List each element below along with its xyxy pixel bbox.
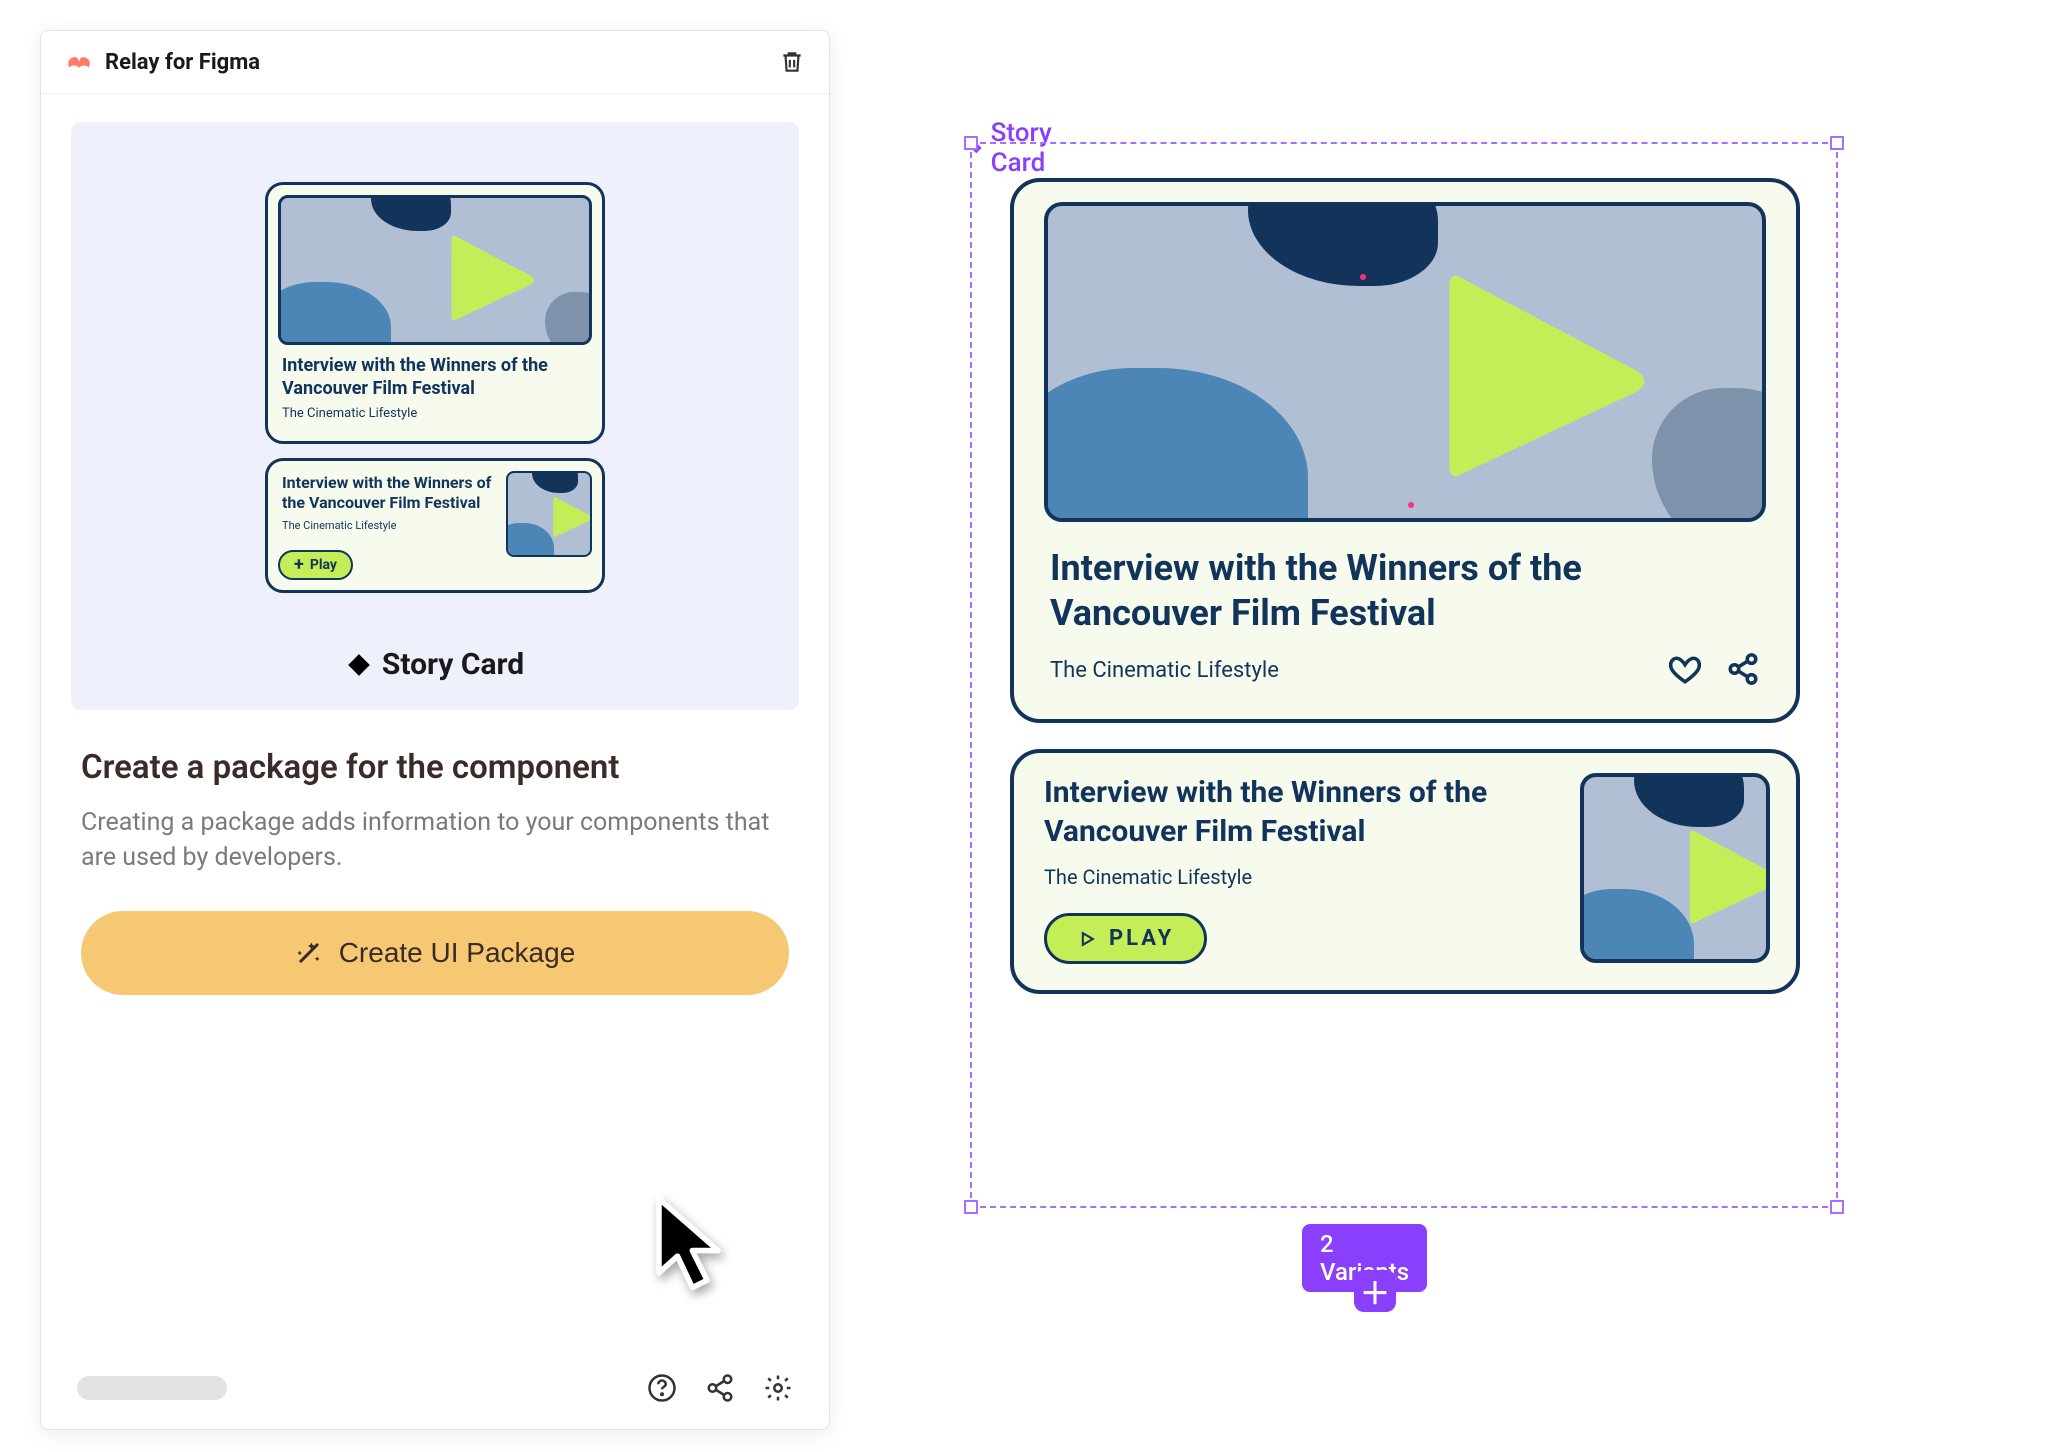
play-pill: + Play: [278, 550, 353, 580]
panel-title: Relay for Figma: [105, 50, 767, 75]
play-icon: [1668, 817, 1770, 937]
panel-footer: [41, 1351, 829, 1429]
story-card-variant-small[interactable]: Interview with the Winners of the Vancou…: [1010, 749, 1800, 994]
share-button[interactable]: [1726, 652, 1760, 689]
constraint-indicator-icon: [1408, 502, 1414, 508]
wand-icon: [295, 939, 323, 967]
play-outline-icon: [1077, 929, 1097, 949]
story-card-subtitle: The Cinematic Lifestyle: [1044, 865, 1556, 889]
resize-handle[interactable]: [964, 1200, 978, 1214]
panel-header: Relay for Figma: [41, 31, 829, 94]
play-button[interactable]: PLAY: [1044, 913, 1207, 964]
relay-plugin-panel: Relay for Figma Interview with the Winne…: [40, 30, 830, 1430]
story-card-title: Interview with the Winners of the Vancou…: [1050, 546, 1760, 636]
story-card-variant-large[interactable]: Interview with the Winners of the Vancou…: [1010, 178, 1800, 723]
play-icon: [544, 491, 592, 543]
heart-icon: [1668, 652, 1702, 686]
component-preview-area: Interview with the Winners of the Vancou…: [71, 122, 799, 710]
relay-logo-icon: [65, 52, 93, 72]
help-icon[interactable]: [647, 1373, 677, 1403]
create-ui-package-button[interactable]: Create UI Package: [81, 911, 789, 995]
component-name-label: Story Card: [346, 647, 524, 682]
trash-icon[interactable]: [779, 49, 805, 75]
story-card-thumbnail-small: [1580, 773, 1770, 963]
resize-handle[interactable]: [1830, 136, 1844, 150]
preview-thumbnail: [278, 195, 592, 345]
preview-card-title: Interview with the Winners of the Vancou…: [282, 355, 588, 400]
preview-card-large: Interview with the Winners of the Vancou…: [265, 182, 605, 444]
constraint-indicator-icon: [1360, 274, 1366, 280]
mouse-cursor-icon: [651, 1195, 741, 1295]
resize-handle[interactable]: [964, 136, 978, 150]
description-title: Create a package for the component: [81, 748, 789, 787]
story-card-thumbnail: [1044, 202, 1766, 522]
footer-placeholder: [77, 1376, 227, 1400]
preview-card-title: Interview with the Winners of the Vancou…: [282, 473, 492, 513]
preview-card-small: Interview with the Winners of the Vancou…: [265, 458, 605, 593]
gear-icon[interactable]: [763, 1373, 793, 1403]
play-icon: [1398, 246, 1688, 506]
preview-card-subtitle: The Cinematic Lifestyle: [282, 406, 588, 421]
preview-card-subtitle: The Cinematic Lifestyle: [282, 519, 492, 532]
resize-handle[interactable]: [1830, 1200, 1844, 1214]
share-icon: [1726, 652, 1760, 686]
description-text: Creating a package adds information to y…: [81, 805, 789, 875]
preview-thumbnail-small: [506, 471, 592, 557]
story-card-title: Interview with the Winners of the Vancou…: [1044, 773, 1556, 851]
share-icon[interactable]: [705, 1373, 735, 1403]
component-icon: [346, 652, 372, 678]
like-button[interactable]: [1668, 652, 1702, 689]
play-icon: [431, 223, 551, 333]
description-block: Create a package for the component Creat…: [41, 710, 829, 885]
story-card-subtitle: The Cinematic Lifestyle: [1050, 658, 1644, 683]
add-variant-button[interactable]: ＋: [1354, 1270, 1396, 1312]
